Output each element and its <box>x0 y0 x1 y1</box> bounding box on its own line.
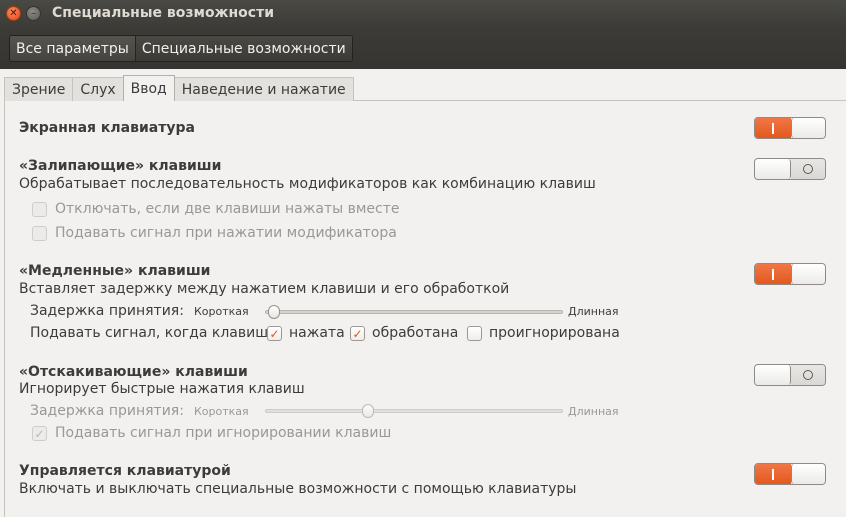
slider-track <box>265 310 563 314</box>
minimize-window-button[interactable]: – <box>26 6 41 21</box>
bounce-keys-title: «Отскакивающие» клавиши <box>19 364 248 380</box>
bounce-keys-delay-slider[interactable] <box>265 404 563 418</box>
sticky-keys-beep-label: Подавать сигнал при нажатии модификатора <box>55 225 397 241</box>
check-icon: ✓ <box>352 326 363 341</box>
bounce-keys-slider-min-label: Короткая <box>194 405 249 418</box>
slow-keys-title: «Медленные» клавиши <box>19 263 211 279</box>
bounce-keys-beep-label: Подавать сигнал при игнорировании клавиш <box>55 425 392 441</box>
slider-knob[interactable] <box>268 305 280 319</box>
sticky-keys-beep-checkbox[interactable] <box>32 226 47 241</box>
check-icon: ✓ <box>269 326 280 341</box>
sticky-keys-disable-checkbox[interactable] <box>32 202 47 217</box>
bounce-keys-switch[interactable] <box>754 364 826 386</box>
slow-keys-description: Вставляет задержку между нажатием клавиш… <box>19 281 510 297</box>
tab-typing[interactable]: Ввод <box>122 75 175 101</box>
close-window-button[interactable]: ✕ <box>6 6 21 21</box>
onscreen-keyboard-switch[interactable] <box>754 117 826 139</box>
sticky-keys-title: «Залипающие» клавиши <box>19 158 222 174</box>
slow-keys-beep-rejected-label: проигнорирована <box>489 325 620 341</box>
keyboard-control-title: Управляется клавиатурой <box>19 463 231 479</box>
close-icon: ✕ <box>9 7 18 19</box>
sticky-keys-description: Обрабатывает последовательность модифика… <box>19 176 596 192</box>
slow-keys-delay-slider[interactable] <box>265 305 563 319</box>
slow-keys-beep-label: Подавать сигнал, когда клавиша <box>30 325 277 341</box>
slider-track <box>265 409 563 413</box>
tab-seeing[interactable]: Зрение <box>4 77 74 101</box>
slow-keys-beep-pressed-checkbox[interactable]: ✓ <box>267 326 282 341</box>
window-title: Специальные возможности <box>52 5 275 21</box>
slow-keys-beep-accepted-checkbox[interactable]: ✓ <box>350 326 365 341</box>
sticky-keys-disable-label: Отключать, если две клавиши нажаты вмест… <box>55 201 400 217</box>
slow-keys-slider-max-label: Длинная <box>568 305 619 318</box>
slow-keys-delay-label: Задержка принятия: <box>30 303 184 319</box>
bounce-keys-slider-max-label: Длинная <box>568 405 619 418</box>
breadcrumb-universal-access[interactable]: Специальные возможности <box>134 36 352 61</box>
breadcrumb-all-settings[interactable]: Все параметры <box>10 36 135 61</box>
title-bar: ✕ – Специальные возможности <box>0 0 846 28</box>
bounce-keys-description: Игнорирует быстрые нажатия клавиш <box>19 381 305 397</box>
minimize-icon: – <box>31 7 36 19</box>
tab-pointing-clicking[interactable]: Наведение и нажатие <box>173 77 354 101</box>
tab-hearing[interactable]: Слух <box>72 77 124 101</box>
slow-keys-beep-rejected-checkbox[interactable] <box>467 326 482 341</box>
tab-bar: Зрение Слух Ввод Наведение и нажатие <box>4 75 354 101</box>
slider-knob[interactable] <box>362 404 374 418</box>
onscreen-keyboard-title: Экранная клавиатура <box>19 120 195 136</box>
slow-keys-slider-min-label: Короткая <box>194 305 249 318</box>
sticky-keys-switch[interactable] <box>754 158 826 180</box>
breadcrumb: Все параметры Специальные возможности <box>9 35 353 62</box>
slow-keys-beep-accepted-label: обработана <box>372 325 459 341</box>
check-icon: ✓ <box>34 426 45 441</box>
bounce-keys-beep-checkbox[interactable]: ✓ <box>32 426 47 441</box>
bounce-keys-delay-label: Задержка принятия: <box>30 403 184 419</box>
keyboard-control-switch[interactable] <box>754 463 826 485</box>
slow-keys-switch[interactable] <box>754 263 826 285</box>
slow-keys-beep-pressed-label: нажата <box>289 325 345 341</box>
keyboard-control-description: Включать и выключать специальные возможн… <box>19 481 577 497</box>
